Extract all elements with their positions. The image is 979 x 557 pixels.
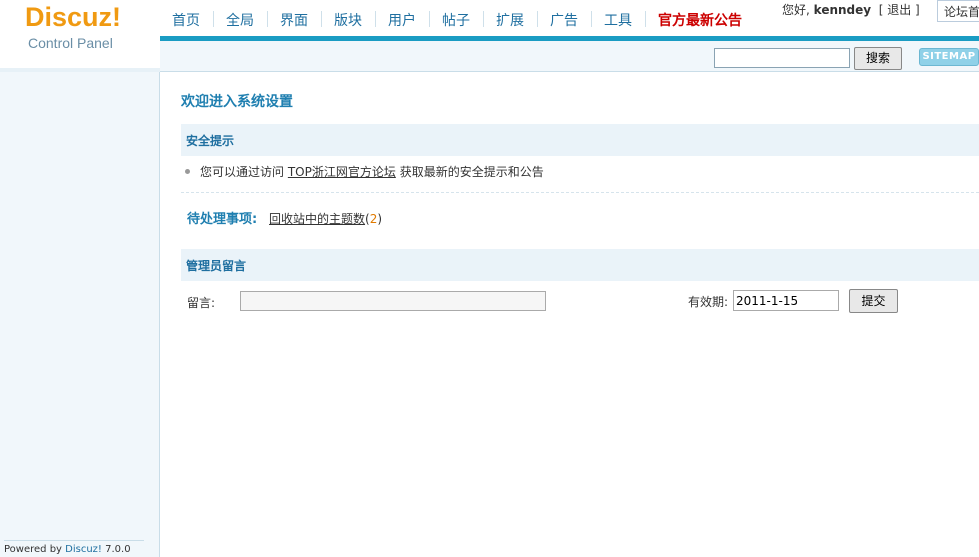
footer-divider — [4, 540, 144, 541]
nav-separator — [591, 11, 592, 27]
admin-note-section-header: 管理员留言 — [181, 249, 979, 281]
admin-note-heading: 管理员留言 — [186, 259, 247, 273]
expire-date-input[interactable]: 2011-1-15 — [733, 290, 839, 311]
nav-item-interface[interactable]: 界面 — [280, 10, 308, 30]
official-forum-link[interactable]: TOP浙江网官方论坛 — [288, 165, 396, 179]
nav-separator — [213, 11, 214, 27]
logo-subtitle: Control Panel — [28, 35, 113, 51]
search-input[interactable] — [714, 48, 850, 68]
powered-by-link[interactable]: Discuz! — [65, 544, 102, 555]
expire-label: 有效期: — [688, 295, 729, 309]
user-name: kenndey — [813, 3, 872, 17]
pending-label: 待处理事项: — [187, 212, 258, 227]
nav-separator — [645, 11, 646, 27]
sidebar: Powered by Discuz! 7.0.0 — [0, 72, 160, 557]
nav-separator — [483, 11, 484, 27]
nav-item-extensions[interactable]: 扩展 — [496, 10, 524, 30]
nav-item-posts[interactable]: 帖子 — [442, 10, 470, 30]
nav-item-forums[interactable]: 版块 — [334, 10, 362, 30]
page-title: 欢迎进入系统设置 — [181, 94, 293, 110]
bullet-icon — [185, 169, 190, 174]
note-input[interactable] — [240, 291, 546, 311]
logo-brand: Discuz! — [25, 2, 122, 32]
user-bar: 您好, kenndey [ 退出 ] — [782, 1, 920, 18]
pending-items: 待处理事项: 回收站中的主题数(2) — [187, 208, 382, 227]
recycle-bin-count: (2) — [365, 212, 383, 226]
logo[interactable]: Discuz! Control Panel — [0, 0, 160, 72]
powered-by: Powered by Discuz! 7.0.0 — [4, 544, 131, 555]
nav-item-official-news[interactable]: 官方最新公告 — [658, 10, 742, 30]
nav-item-users[interactable]: 用户 — [388, 10, 416, 30]
nav-separator — [321, 11, 322, 27]
nav-separator — [267, 11, 268, 27]
nav-separator — [375, 11, 376, 27]
nav-item-home[interactable]: 首页 — [172, 10, 200, 30]
note-label: 留言: — [187, 296, 216, 310]
search-bar: 搜索 SITEMAP — [160, 41, 979, 72]
dashed-divider — [181, 192, 979, 193]
nav-separator — [429, 11, 430, 27]
logout-link[interactable]: [ 退出 ] — [879, 3, 920, 17]
security-section-header: 安全提示 — [181, 124, 979, 156]
security-heading: 安全提示 — [186, 134, 235, 148]
security-tip: 您可以通过访问 TOP浙江网官方论坛 获取最新的安全提示和公告 — [185, 163, 544, 180]
nav-item-ads[interactable]: 广告 — [550, 10, 578, 30]
nav-item-tools[interactable]: 工具 — [604, 10, 632, 30]
forum-home-select[interactable]: 论坛首页 — [937, 0, 979, 22]
recycle-bin-link[interactable]: 回收站中的主题数 — [269, 212, 365, 226]
nav-separator — [537, 11, 538, 27]
nav-item-global[interactable]: 全局 — [226, 10, 254, 30]
sitemap-button[interactable]: SITEMAP — [919, 48, 979, 66]
main-content: 欢迎进入系统设置 安全提示 您可以通过访问 TOP浙江网官方论坛 获取最新的安全… — [161, 72, 979, 557]
search-button[interactable]: 搜索 — [854, 47, 902, 70]
user-greeting: 您好, — [782, 3, 810, 17]
submit-button[interactable]: 提交 — [849, 289, 898, 313]
